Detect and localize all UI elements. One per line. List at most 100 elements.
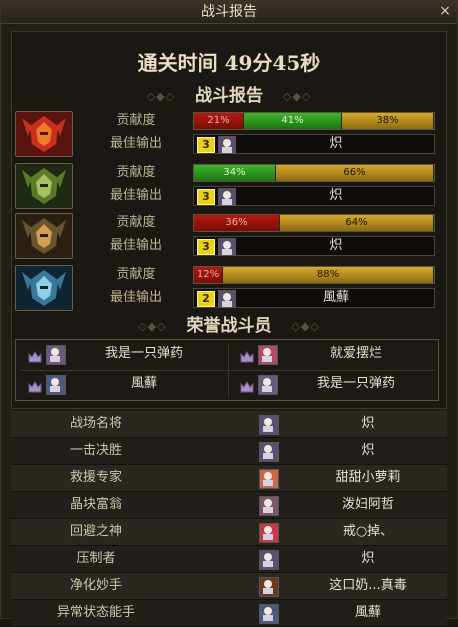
rank-badge: 3 [197,189,215,205]
avatar-icon [259,442,279,462]
best-output-label: 最佳输出 [109,188,162,203]
rank-badge: 3 [197,137,215,153]
contribution-label: 贡献度 [116,267,156,282]
best-output-box: 2 風蘚 [193,288,435,308]
best-output-box: 3 炽 [193,134,435,154]
contribution-bar: 36% 64% [193,214,435,232]
avatar-icon [259,469,279,489]
class-portrait-icon [15,111,73,157]
avatar-icon [259,415,279,435]
avatar-icon [46,375,66,395]
contribution-segment: 12% [194,267,223,283]
contribution-label: 贡献度 [116,215,156,230]
award-title: 净化妙手 [69,578,122,593]
title-bar: 战斗报告 × [1,1,457,24]
award-list: 战场名将 炽 一击决胜 炽 救援专家 甜甜小萝莉 晶块富翁 泼妇阿哲 回避之神 … [11,411,447,627]
divider [20,370,436,371]
honor-panel: 我是一只弹药 就爱摆烂 風蘚 我是一只弹药 [15,339,439,401]
award-winner-name: 炽 [361,416,375,431]
avatar-icon [258,375,278,395]
avatar-icon [258,345,278,365]
avatar-icon [218,136,236,154]
avatar-icon [46,345,66,365]
contribution-bar: 21% 41% 38% [193,112,435,130]
honor-member[interactable]: 就爱摆烂 [230,342,436,368]
award-winner-name: 戒○掉、 [342,524,394,539]
honor-member-name: 我是一只弹药 [316,376,395,391]
honor-member-name: 就爱摆烂 [329,346,382,361]
report-section-title: ◇◆◇ 战斗报告 ◇◆◇ [11,85,447,107]
avatar-icon [259,550,279,570]
report-title: 战斗报告 [195,86,263,106]
class-portrait-icon [15,213,73,259]
contribution-segment: 64% [280,215,434,231]
player-row: 贡献度最佳输出 36% 64% 3 炽 [15,213,439,259]
player-row: 贡献度最佳输出 12% 88% 2 風蘚 [15,265,439,311]
divider [228,344,229,398]
rank-badge: 2 [197,291,215,307]
avatar-icon [218,290,236,308]
award-winner-name: 泼妇阿哲 [341,497,394,512]
crown-medal-icon [240,378,254,393]
contribution-label: 贡献度 [116,165,156,180]
award-title: 战场名将 [69,416,122,431]
contribution-bar: 12% 88% [193,266,435,284]
award-title: 一击决胜 [69,443,122,458]
award-row: 异常状态能手 風蘚 [11,600,447,627]
award-row: 战场名将 炽 [11,411,447,438]
award-title: 救援专家 [69,470,122,485]
close-icon[interactable]: × [437,3,453,19]
award-title: 压制者 [76,551,116,566]
contribution-bar: 34% 66% [193,164,435,182]
best-output-label: 最佳输出 [109,290,162,305]
award-row: 净化妙手 这口奶...真毒 [11,573,447,600]
honor-title: 荣誉战斗员 [186,316,272,336]
best-output-label: 最佳输出 [109,238,162,253]
contribution-segment: 38% [342,113,434,129]
best-output-name: 炽 [329,188,343,203]
contribution-label: 贡献度 [116,113,156,128]
award-row: 压制者 炽 [11,546,447,573]
ornament-right-icon: ◇◆◇ [282,89,312,103]
award-row: 晶块富翁 泼妇阿哲 [11,492,447,519]
player-row: 贡献度最佳输出 34% 66% 3 炽 [15,163,439,209]
rank-badge: 3 [197,239,215,255]
ornament-right-icon: ◇◆◇ [291,319,320,333]
avatar-icon [218,238,236,256]
award-winner-name: 甜甜小萝莉 [335,470,401,485]
best-output-name: 炽 [329,238,343,253]
class-portrait-icon [15,163,73,209]
window-title: 战斗报告 [201,4,257,20]
award-winner-name: 这口奶...真毒 [329,578,407,593]
avatar-icon [259,496,279,516]
crown-medal-icon [240,348,254,363]
honor-member[interactable]: 風蘚 [18,372,224,398]
honor-member[interactable]: 我是一只弹药 [230,372,436,398]
avatar-icon [218,188,236,206]
award-row: 救援专家 甜甜小萝莉 [11,465,447,492]
award-row: 一击决胜 炽 [11,438,447,465]
player-row: 贡献度最佳输出 21% 41% 38% 3 炽 [15,111,439,157]
best-output-box: 3 炽 [193,186,435,206]
award-row: 回避之神 戒○掉、 [11,519,447,546]
award-winner-name: 風蘚 [354,605,381,620]
award-title: 回避之神 [69,524,122,539]
avatar-icon [259,523,279,543]
honor-member-name: 風蘚 [130,376,157,391]
best-output-name: 風蘚 [322,290,349,305]
battle-report-window: 战斗报告 × 通关时间 49分45秒 ◇◆◇ 战斗报告 ◇◆◇ 贡献度 最佳输出 2… [0,0,458,627]
contribution-segment: 34% [194,165,276,181]
best-output-box: 3 炽 [193,236,435,256]
award-title: 晶块富翁 [69,497,122,512]
ornament-left-icon: ◇◆◇ [138,319,167,333]
award-winner-name: 炽 [361,443,375,458]
contribution-segment: 88% [223,267,434,283]
clear-time: 通关时间 49分45秒 [137,51,321,75]
crown-medal-icon [28,348,42,363]
best-output-name: 炽 [329,136,343,151]
honor-section-title: ◇◆◇ 荣誉战斗员 ◇◆◇ [11,315,447,337]
contribution-segment: 21% [194,113,244,129]
class-portrait-icon [15,265,73,311]
best-output-label: 最佳输出 [109,136,162,151]
honor-member[interactable]: 我是一只弹药 [18,342,224,368]
